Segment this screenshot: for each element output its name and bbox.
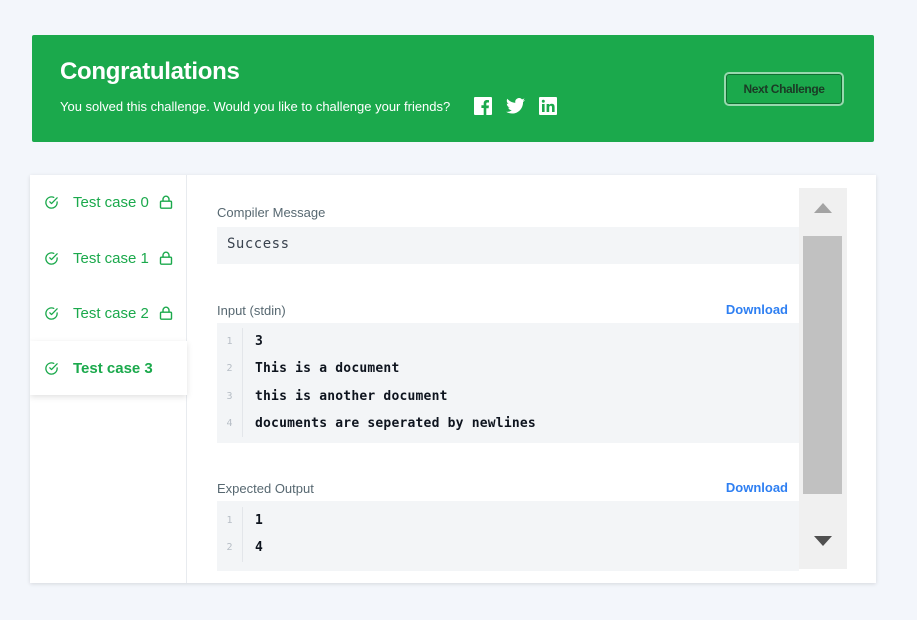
code-line: 24 bbox=[217, 534, 799, 562]
success-banner: Congratulations You solved this challeng… bbox=[32, 35, 874, 142]
test-case-details: Compiler Message Success Input (stdin) D… bbox=[217, 175, 799, 583]
test-results-panel: Test case 0 Test case 1 Test case 2 Test… bbox=[30, 175, 876, 583]
expected-download-link[interactable]: Download bbox=[726, 480, 788, 495]
code-line: 4 documents are seperated by newlines bbox=[217, 409, 799, 438]
line-number: 4 bbox=[217, 409, 243, 438]
compiler-message: Success bbox=[217, 227, 799, 264]
lock-icon bbox=[159, 306, 173, 320]
banner-title: Congratulations bbox=[60, 58, 240, 85]
line-text: 3 bbox=[255, 334, 264, 350]
check-circle-icon bbox=[45, 306, 58, 320]
tab-test-case-2[interactable]: Test case 2 bbox=[30, 286, 187, 340]
code-line: 13 bbox=[217, 328, 799, 356]
scroll-down-arrow-icon[interactable] bbox=[799, 535, 847, 555]
code-line: 3 this is another document bbox=[217, 382, 799, 410]
code-line: 2 This is a document bbox=[217, 355, 799, 383]
line-number: 1 bbox=[217, 507, 243, 535]
check-circle-icon bbox=[45, 195, 58, 209]
tab-label: Test case 3 bbox=[73, 359, 153, 377]
facebook-icon[interactable] bbox=[474, 97, 493, 115]
vertical-scrollbar[interactable] bbox=[799, 188, 847, 569]
line-number: 2 bbox=[217, 534, 243, 562]
line-text: 4 bbox=[255, 540, 264, 556]
tab-label: Test case 0 bbox=[73, 193, 149, 211]
line-number: 3 bbox=[217, 382, 243, 410]
banner-subtitle-row: You solved this challenge. Would you lik… bbox=[60, 97, 558, 115]
line-text: this is another document bbox=[255, 388, 448, 404]
scrollbar-thumb[interactable] bbox=[803, 236, 842, 494]
code-line: 11 bbox=[217, 507, 799, 535]
line-text: This is a document bbox=[255, 361, 400, 377]
tab-test-case-3[interactable]: Test case 3 bbox=[30, 341, 187, 395]
tab-test-case-1[interactable]: Test case 1 bbox=[30, 231, 187, 285]
expected-code-block: 11 24 bbox=[217, 501, 799, 571]
line-text: documents are seperated by newlines bbox=[255, 416, 536, 432]
check-circle-icon bbox=[45, 251, 58, 265]
twitter-icon[interactable] bbox=[506, 98, 526, 114]
banner-subtitle: You solved this challenge. Would you lik… bbox=[60, 98, 451, 114]
line-number: 1 bbox=[217, 328, 243, 356]
lock-icon bbox=[159, 195, 173, 209]
line-text: 1 bbox=[255, 513, 264, 529]
lock-icon bbox=[159, 251, 173, 265]
tab-label: Test case 2 bbox=[73, 304, 149, 322]
tab-label: Test case 1 bbox=[73, 249, 149, 267]
compiler-message-label: Compiler Message bbox=[217, 205, 326, 220]
linkedin-icon[interactable] bbox=[539, 97, 558, 115]
check-circle-icon bbox=[45, 361, 58, 375]
tab-test-case-0[interactable]: Test case 0 bbox=[30, 175, 187, 229]
next-challenge-button[interactable]: Next Challenge bbox=[724, 72, 844, 106]
expected-output-label: Expected Output bbox=[217, 481, 314, 496]
test-case-tabs: Test case 0 Test case 1 Test case 2 Test… bbox=[30, 175, 187, 583]
line-number: 2 bbox=[217, 355, 243, 383]
input-download-link[interactable]: Download bbox=[726, 302, 788, 317]
input-code-block: 13 2 This is a document 3 this is another … bbox=[217, 323, 799, 443]
input-label: Input (stdin) bbox=[217, 303, 286, 318]
scroll-up-arrow-icon[interactable] bbox=[799, 202, 847, 222]
